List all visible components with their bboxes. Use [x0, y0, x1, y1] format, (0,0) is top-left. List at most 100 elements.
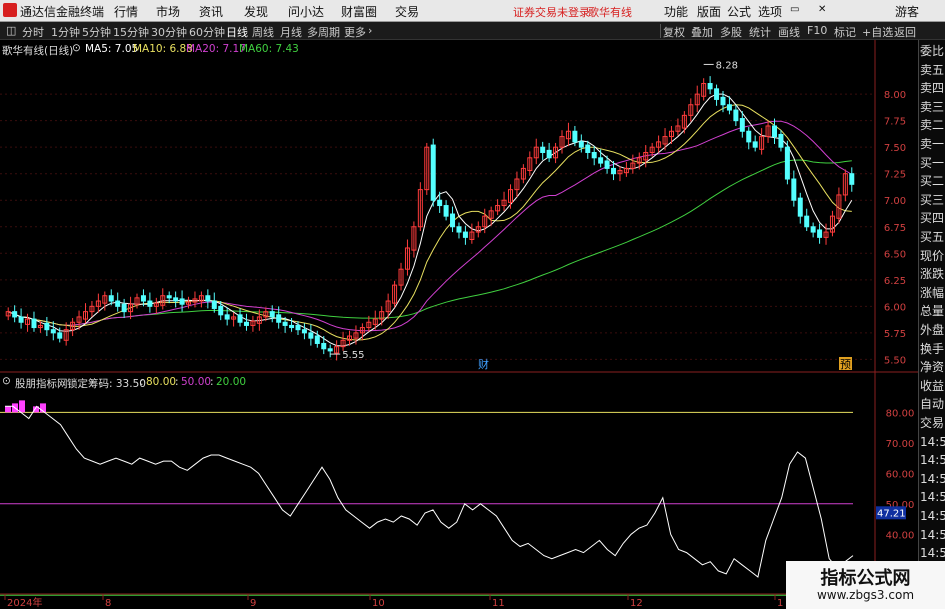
separator-3: :	[210, 376, 214, 388]
quote-field: 自动	[920, 397, 945, 412]
candle-body	[739, 118, 745, 132]
quote-field: 卖二	[920, 118, 945, 133]
candle-body	[140, 295, 146, 302]
candle-body	[804, 215, 810, 228]
period-fenshi[interactable]: 分时	[22, 24, 44, 40]
candle-body	[849, 173, 855, 185]
candle-body	[327, 348, 333, 352]
period-1min[interactable]: 1分钟	[51, 24, 80, 40]
candle-body	[707, 83, 713, 90]
watermark-url: www.zbgs3.com	[816, 588, 915, 602]
main-chart-title: 歌华有线(日线)	[2, 45, 74, 57]
quote-field: 14:56	[920, 490, 945, 505]
candle-body	[57, 332, 63, 339]
candle-body	[295, 324, 301, 331]
candle-body	[443, 205, 449, 217]
quote-field: 涨幅	[920, 285, 945, 300]
candle-body	[778, 133, 784, 148]
indicator-value: 锁定筹码: 33.50	[67, 378, 146, 390]
candle-body	[591, 151, 597, 159]
menu-caifuquan[interactable]: 财富圈	[341, 3, 377, 20]
btn-biaoji[interactable]: 标记	[834, 24, 856, 40]
btn-zixuan[interactable]: +自选	[862, 24, 893, 40]
candle-body	[810, 226, 816, 233]
menu-jiaoyi[interactable]: 交易	[395, 3, 419, 20]
login-warning[interactable]: 证券交易未登录	[513, 4, 590, 20]
separator-1: :	[140, 376, 144, 388]
forecast-marker: 预	[840, 358, 851, 371]
period-monthly[interactable]: 月线	[280, 24, 302, 40]
quote-field: 买二	[920, 174, 945, 189]
toolbar-divider	[660, 24, 661, 38]
btn-f10[interactable]: F10	[807, 24, 827, 37]
high-label: 8.28	[716, 60, 738, 71]
btn-huaxian[interactable]: 画线	[778, 24, 800, 40]
candle-body	[321, 342, 327, 350]
menu-hangqing[interactable]: 行情	[114, 3, 138, 20]
btn-fuquan[interactable]: 复权	[663, 24, 685, 40]
btn-diejia[interactable]: 叠加	[691, 24, 713, 40]
menu-xuanxiang[interactable]: 选项	[758, 3, 782, 20]
sub-chart-title: 股朋指标网	[15, 378, 68, 390]
quote-field: 14:56	[920, 453, 945, 468]
candle-body	[205, 295, 211, 302]
menu-wenxiaoda[interactable]: 问小达	[288, 3, 324, 20]
btn-tongji[interactable]: 统计	[749, 24, 771, 40]
date-tick-label: 9	[250, 598, 256, 609]
candle-body	[282, 321, 288, 326]
stock-name-title: 歌华有线	[588, 6, 632, 19]
price-tick-label: 7.25	[884, 170, 906, 181]
btn-fanhui[interactable]: 返回	[894, 24, 916, 40]
user-guest[interactable]: 游客	[895, 3, 919, 20]
price-tick-label: 8.00	[884, 90, 906, 101]
quote-field: 买五	[920, 230, 945, 244]
close-icon[interactable]: ✕	[818, 4, 826, 15]
finance-marker: 财	[478, 357, 489, 371]
watermark-title: 指标公式网	[820, 568, 911, 589]
quote-field: 委比	[920, 44, 945, 58]
indicator-tick-label: 80.00	[886, 408, 915, 419]
period-weekly[interactable]: 周线	[252, 24, 274, 40]
ma5-value: MA5: 7.05	[85, 43, 139, 55]
sub-settings-icon[interactable]: ⊙	[2, 375, 11, 387]
candle-body	[31, 318, 37, 329]
menu-zixun[interactable]: 资讯	[199, 3, 223, 20]
lock-histogram-bar	[19, 400, 25, 413]
candle-body	[314, 335, 320, 344]
menu-gongshi[interactable]: 公式	[727, 3, 751, 20]
price-tick-label: 6.75	[884, 223, 906, 234]
ma20-value: MA20: 7.17	[186, 43, 246, 55]
quote-field: 换手	[920, 341, 945, 356]
candle-body	[726, 104, 732, 111]
period-30min[interactable]: 30分钟	[151, 24, 187, 40]
chevron-right-icon[interactable]: ›	[368, 24, 372, 37]
period-60min[interactable]: 60分钟	[189, 24, 225, 40]
candle-body	[784, 146, 790, 180]
quote-field: 买三	[920, 192, 945, 207]
menu-faxian[interactable]: 发现	[244, 3, 268, 20]
price-tick-label: 6.00	[884, 302, 906, 313]
period-15min[interactable]: 15分钟	[113, 24, 149, 40]
period-daily[interactable]: 日线	[226, 24, 248, 40]
candle-body	[289, 324, 295, 329]
candle-body	[147, 300, 153, 307]
period-multi[interactable]: 多周期	[307, 24, 340, 40]
candle-body	[791, 178, 797, 201]
btn-duogu[interactable]: 多股	[720, 24, 742, 40]
candle-body	[797, 197, 803, 217]
menu-bar: 通达信金融终端 行情 市场 资讯 发现 问小达 财富圈 交易 证券交易未登录 歌…	[0, 0, 945, 22]
period-more[interactable]: 更多	[344, 24, 366, 40]
settings-icon[interactable]: ⊙	[72, 42, 81, 54]
period-5min[interactable]: 5分钟	[82, 24, 111, 40]
menu-gongneng[interactable]: 功能	[664, 3, 688, 20]
menu-shichang[interactable]: 市场	[156, 3, 180, 20]
chart-canvas[interactable]: 8.00 7.75 7.50 7.25 7.00 6.75 6.50 6.25 6.00 5.75…	[0, 40, 918, 609]
price-tick-label: 6.50	[884, 249, 906, 260]
toggle-icon[interactable]: ◫	[6, 24, 16, 37]
candle-body	[269, 311, 275, 318]
toolbar: ◫ 分时 1分钟 5分钟 15分钟 30分钟 60分钟 日线 周线 月线 多周期…	[0, 22, 945, 40]
candle-body	[546, 149, 552, 159]
menu-banmian[interactable]: 版面	[697, 3, 721, 20]
minimize-icon[interactable]: ▭	[790, 4, 799, 15]
candle-body	[772, 125, 778, 138]
